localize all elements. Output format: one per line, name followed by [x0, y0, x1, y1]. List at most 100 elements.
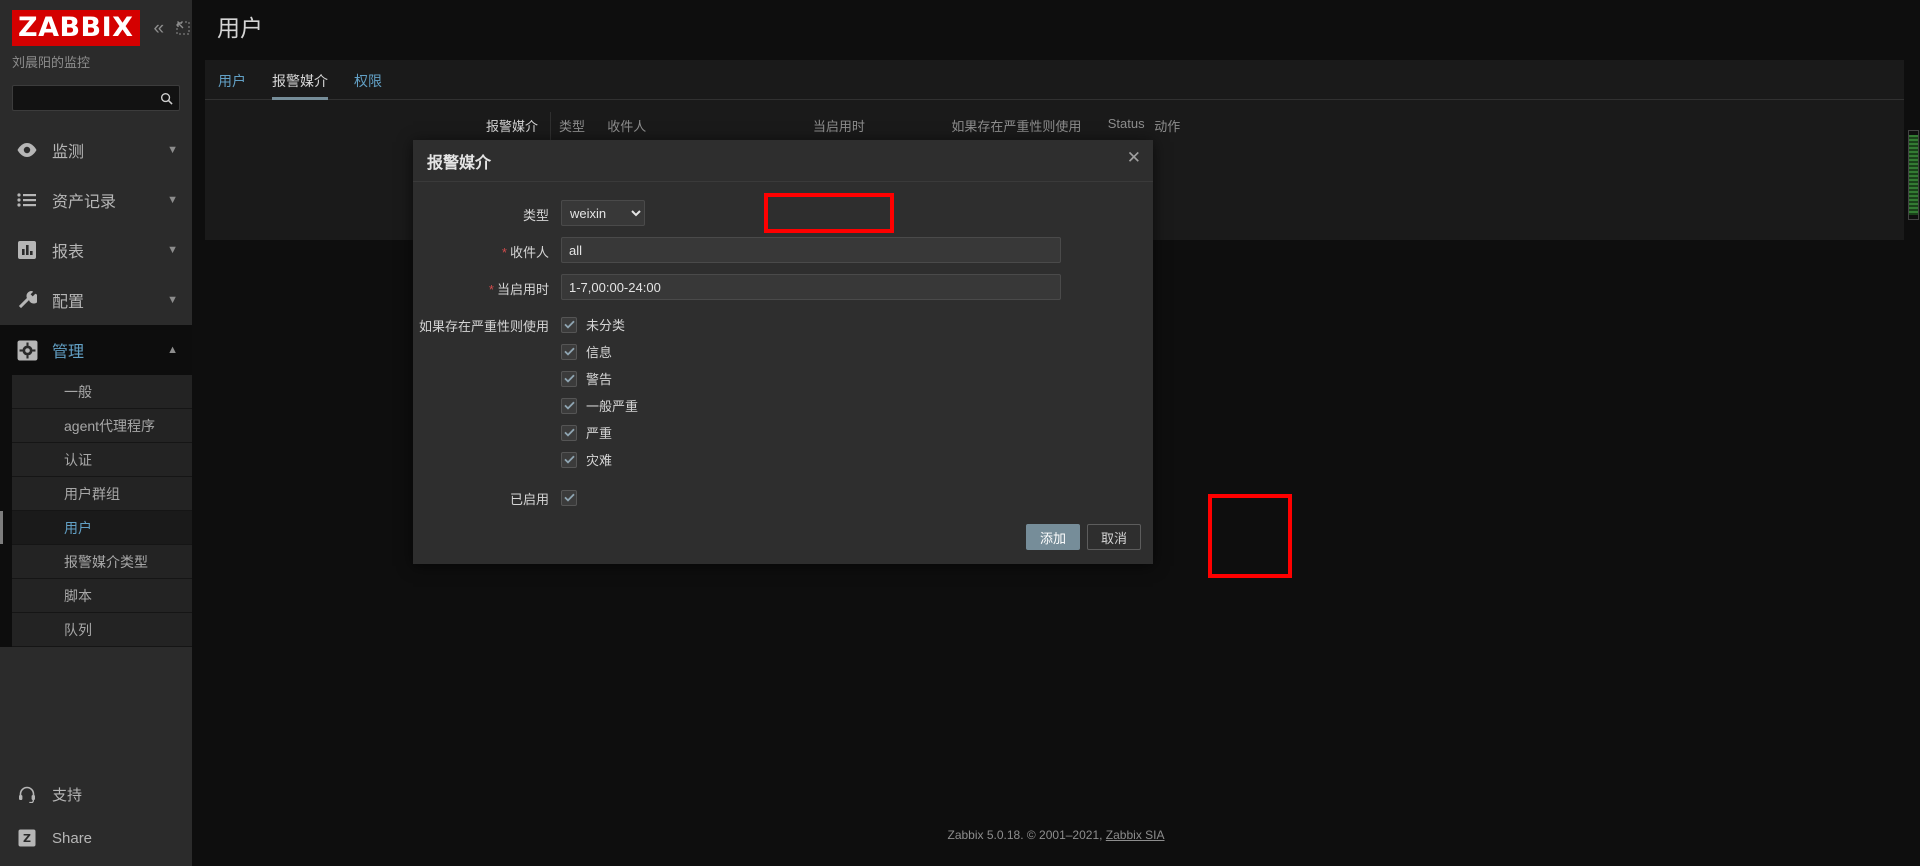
sidebar-subitem-scripts[interactable]: 脚本: [12, 579, 192, 613]
modal-footer: 添加 取消: [413, 510, 1153, 564]
type-select[interactable]: weixin: [561, 200, 645, 226]
recipient-input[interactable]: [561, 237, 1061, 263]
severity-checkbox-group: 未分类 信息 警告 一般严重 严重 灾难: [561, 311, 1153, 473]
sidebar-nav: 监测 ▼ 资产记录 ▼ 报表 ▼ 配置 ▼ 管理 ▲ 一般 agent代理程序 …: [0, 125, 192, 647]
cancel-button[interactable]: 取消: [1086, 524, 1141, 550]
when-active-label: * 当启用时: [413, 274, 561, 298]
eye-icon: [14, 142, 40, 158]
severity-row-information: 信息: [561, 338, 1153, 365]
severity-row-disaster: 灾难: [561, 446, 1153, 473]
sidebar-subitem-users[interactable]: 用户: [0, 511, 192, 545]
checkbox-warning[interactable]: [561, 370, 577, 387]
column-header-severity: 如果存在严重性则使用: [951, 119, 1082, 134]
column-header-type: 类型: [559, 119, 586, 134]
search-box[interactable]: [12, 85, 180, 111]
media-section: 报警媒介 类型 收件人 当启用时 如果存在严重性则使用 Status 动作: [205, 100, 1904, 141]
chevron-down-icon: ▼: [167, 244, 178, 256]
media-table-header: 类型 收件人 当启用时 如果存在严重性则使用 Status 动作: [551, 112, 1190, 141]
checkbox-average[interactable]: [561, 397, 577, 414]
search-icon[interactable]: [160, 92, 173, 105]
tab-media[interactable]: 报警媒介: [272, 71, 328, 100]
media-section-label: 报警媒介: [485, 119, 538, 134]
sidebar-item-inventory[interactable]: 资产记录 ▼: [0, 175, 192, 225]
enabled-row: [561, 484, 1153, 511]
sidebar-submenu-administration: 一般 agent代理程序 认证 用户群组 用户 报警媒介类型 脚本 队列: [0, 375, 192, 647]
scrollbar-thumb[interactable]: [1909, 135, 1918, 215]
severity-row-warning: 警告: [561, 365, 1153, 392]
field-row-type: 类型 weixin: [413, 200, 1153, 226]
severity-label: 如果存在严重性则使用: [418, 319, 549, 334]
sidebar-subitem-media-types[interactable]: 报警媒介类型: [12, 545, 192, 579]
sidebar-label: 管理: [52, 344, 85, 361]
sidebar-subitem-label: 一般: [64, 383, 92, 400]
add-button[interactable]: 添加: [1025, 524, 1080, 550]
when-active-label-text: 当启用时: [496, 282, 549, 297]
sidebar-item-monitoring[interactable]: 监测 ▼: [0, 125, 192, 175]
required-marker: *: [501, 245, 507, 260]
required-marker: *: [488, 282, 494, 297]
page-title: 用户: [192, 0, 1920, 52]
field-row-recipient: * 收件人: [413, 237, 1153, 263]
when-active-input[interactable]: [561, 274, 1061, 300]
sidebar-bottom-label: Share: [52, 829, 93, 847]
compact-view-icon[interactable]: [176, 21, 190, 35]
sidebar-subitem-label: 用户群组: [64, 485, 120, 502]
chevron-up-icon: ▲: [167, 344, 178, 356]
headset-icon: [14, 785, 40, 803]
sidebar-subitem-authentication[interactable]: 认证: [12, 443, 192, 477]
zabbix-share-icon: Z: [14, 829, 40, 847]
sidebar-subitem-proxies[interactable]: agent代理程序: [12, 409, 192, 443]
sidebar-item-support[interactable]: 支持: [0, 772, 192, 816]
column-header-recipient: 收件人: [607, 119, 647, 134]
sidebar-label: 配置: [52, 294, 85, 311]
column-header-when: 当启用时: [812, 119, 865, 134]
sidebar-item-share[interactable]: Z Share: [0, 816, 192, 860]
sidebar-item-administration[interactable]: 管理 ▲: [0, 325, 192, 375]
tab-bar: 用户 报警媒介 权限: [205, 60, 1904, 100]
sidebar-bottom-label: 支持: [52, 786, 83, 804]
tab-label: 权限: [354, 73, 382, 89]
modal-title: 报警媒介: [427, 154, 492, 172]
sidebar-subitem-user-groups[interactable]: 用户群组: [12, 477, 192, 511]
chevron-double-left-icon[interactable]: «: [154, 19, 165, 38]
sidebar-item-reports[interactable]: 报表 ▼: [0, 225, 192, 275]
sidebar-item-configuration[interactable]: 配置 ▼: [0, 275, 192, 325]
severity-label-text: 一般严重: [586, 399, 639, 414]
sidebar-brand-row: ZABBIX «: [0, 0, 192, 46]
footer-link[interactable]: Zabbix SIA: [1106, 828, 1165, 842]
severity-label-text: 信息: [586, 345, 613, 360]
gear-icon: [14, 340, 40, 361]
media-table: 类型 收件人 当启用时 如果存在严重性则使用 Status 动作: [550, 112, 1190, 141]
list-icon: [14, 192, 40, 208]
recipient-label-text: 收件人: [509, 245, 549, 260]
severity-label-text: 警告: [586, 372, 613, 387]
search-input[interactable]: [13, 91, 180, 105]
sidebar-subitem-general[interactable]: 一般: [12, 375, 192, 409]
checkbox-disaster[interactable]: [561, 451, 577, 468]
sidebar-label: 报表: [52, 244, 85, 261]
checkbox-high[interactable]: [561, 424, 577, 441]
field-row-when-active: * 当启用时: [413, 274, 1153, 300]
sidebar-subitem-label: 脚本: [64, 587, 92, 604]
footer-text: Zabbix 5.0.18. © 2001–2021,: [947, 828, 1106, 842]
tab-label: 用户: [218, 73, 246, 89]
severity-label-text: 未分类: [586, 318, 626, 333]
footer: Zabbix 5.0.18. © 2001–2021, Zabbix SIA: [192, 828, 1920, 842]
field-row-severity: 如果存在严重性则使用 未分类 信息 警告 一般严重 严重 灾难: [413, 311, 1153, 473]
sidebar-subitem-label: 报警媒介类型: [64, 553, 148, 570]
severity-label-text: 灾难: [586, 453, 613, 468]
checkbox-enabled[interactable]: [561, 489, 577, 506]
checkbox-information[interactable]: [561, 343, 577, 360]
checkbox-not-classified[interactable]: [561, 316, 577, 333]
enabled-label: 已启用: [509, 492, 549, 507]
zabbix-logo[interactable]: ZABBIX: [12, 10, 140, 46]
close-icon[interactable]: ✕: [1127, 149, 1141, 166]
sidebar-bottom: 支持 Z Share: [0, 772, 192, 866]
tab-permissions[interactable]: 权限: [354, 71, 382, 99]
chevron-down-icon: ▼: [167, 294, 178, 306]
sidebar-subitem-queue[interactable]: 队列: [12, 613, 192, 647]
sidebar-subitem-label: 认证: [64, 451, 92, 468]
tab-user[interactable]: 用户: [218, 71, 246, 99]
media-dialog: 报警媒介 ✕ 类型 weixin * 收件人 all * 当启用时 1-7,00…: [413, 140, 1153, 564]
chevron-down-icon: ▼: [167, 194, 178, 206]
